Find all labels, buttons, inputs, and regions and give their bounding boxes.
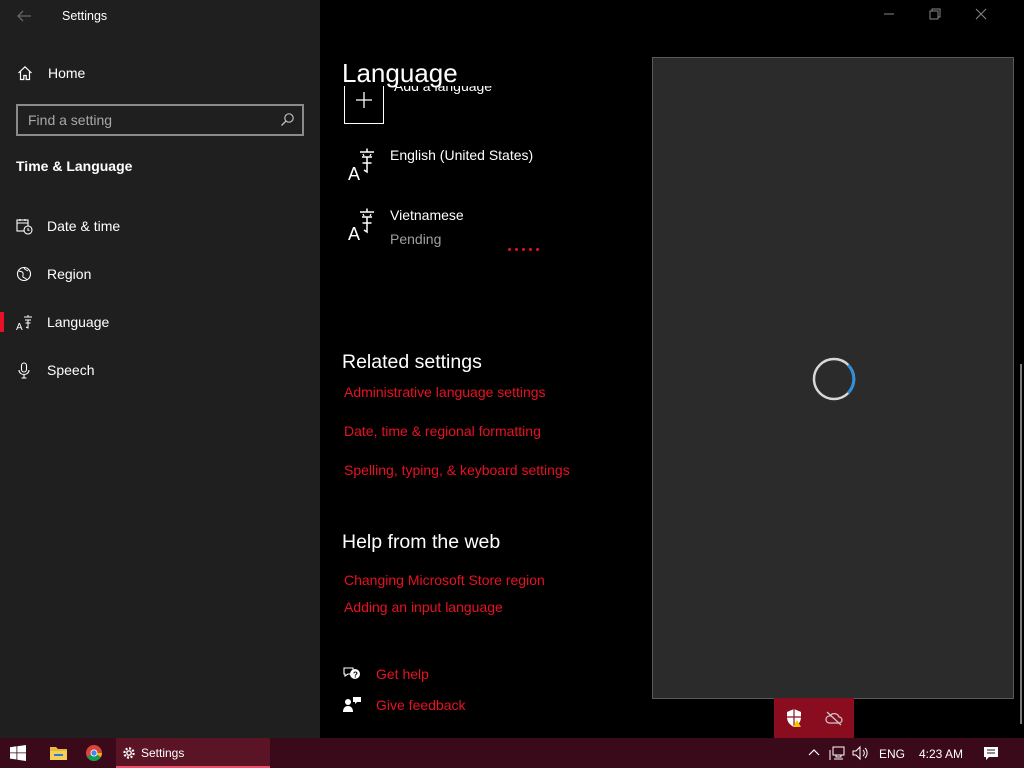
language-name: English (United States) — [390, 147, 534, 163]
windows-logo-icon — [10, 745, 26, 761]
language-icon: A — [346, 207, 380, 244]
selection-indicator — [0, 312, 4, 332]
loading-spinner-icon — [811, 356, 857, 402]
svg-text:A: A — [348, 224, 360, 241]
get-help-link[interactable]: ? Get help — [342, 664, 542, 688]
sidebar-item-label: Speech — [47, 362, 95, 378]
svg-text:?: ? — [353, 671, 358, 680]
gear-icon — [122, 746, 136, 760]
window-controls — [874, 0, 1024, 32]
link-spelling-typing-keyboard[interactable]: Spelling, typing, & keyboard settings — [344, 462, 570, 478]
action-center-icon[interactable] — [983, 745, 999, 761]
sidebar-item-label: Date & time — [47, 218, 121, 234]
calendar-clock-icon — [16, 218, 33, 235]
chevron-up-icon[interactable] — [806, 745, 822, 761]
loading-panel — [652, 57, 1014, 699]
taskbar-settings-button[interactable]: Settings — [116, 738, 270, 768]
language-item-vietnamese[interactable]: A Vietnamese Pending — [342, 207, 662, 257]
restore-icon[interactable] — [928, 8, 942, 22]
search-field[interactable] — [16, 104, 304, 136]
get-help-label: Get help — [376, 666, 429, 682]
svg-text:A: A — [16, 322, 23, 331]
language-icon: A — [16, 314, 33, 333]
sidebar-item-label: Language — [47, 314, 110, 330]
minimize-icon[interactable] — [882, 8, 896, 22]
language-icon: A — [346, 147, 380, 184]
taskbar-settings-label: Settings — [141, 746, 185, 760]
sidebar: Settings Home Time & Language Date & tim… — [0, 0, 320, 738]
chrome-button[interactable] — [76, 738, 112, 768]
home-icon — [17, 65, 33, 81]
sidebar-item-label: Region — [47, 266, 92, 282]
globe-icon — [16, 266, 33, 283]
give-feedback-link[interactable]: Give feedback — [342, 695, 542, 719]
sidebar-item-speech[interactable]: Speech — [0, 350, 320, 390]
start-button[interactable] — [0, 738, 36, 768]
shield-warning-icon[interactable] — [784, 708, 804, 728]
sidebar-item-date-time[interactable]: Date & time — [0, 206, 320, 246]
scrollbar[interactable] — [1020, 364, 1022, 724]
search-icon[interactable] — [280, 112, 295, 127]
link-date-time-regional[interactable]: Date, time & regional formatting — [344, 423, 541, 439]
language-item-english[interactable]: A English (United States) — [342, 147, 662, 197]
add-language-button[interactable] — [344, 86, 384, 124]
progress-dots — [508, 248, 539, 251]
input-language-indicator[interactable]: ENG — [879, 747, 905, 761]
plus-icon — [354, 91, 374, 111]
sidebar-item-region[interactable]: Region — [0, 254, 320, 294]
sidebar-item-label: Home — [48, 65, 86, 81]
network-icon[interactable] — [829, 745, 845, 761]
feedback-icon — [342, 695, 362, 715]
svg-text:A: A — [348, 164, 360, 181]
close-icon[interactable] — [974, 8, 988, 22]
cloud-off-icon[interactable] — [824, 708, 844, 728]
microphone-icon — [16, 362, 33, 379]
title-bar: Settings — [0, 0, 320, 32]
sidebar-item-language[interactable]: A Language — [0, 302, 320, 342]
chat-help-icon: ? — [342, 664, 362, 684]
section-title: Time & Language — [16, 158, 133, 174]
clock[interactable]: 4:23 AM — [919, 747, 963, 761]
search-input[interactable] — [28, 111, 268, 129]
related-settings-title: Related settings — [342, 351, 482, 373]
link-administrative-language[interactable]: Administrative language settings — [344, 384, 546, 400]
language-name: Vietnamese — [390, 207, 464, 223]
file-explorer-button[interactable] — [40, 738, 76, 768]
link-changing-store-region[interactable]: Changing Microsoft Store region — [344, 572, 545, 588]
taskbar: Settings ENG 4:23 AM — [0, 738, 1024, 768]
app-title: Settings — [62, 9, 108, 23]
help-from-web-title: Help from the web — [342, 531, 501, 553]
page-title: Language — [342, 58, 458, 88]
folder-icon — [50, 747, 67, 760]
add-language-label: Add a language — [394, 86, 493, 94]
tray-overflow-flyout — [774, 698, 854, 738]
sidebar-item-home[interactable]: Home — [0, 56, 320, 90]
chrome-icon — [86, 745, 102, 761]
back-arrow-icon[interactable] — [16, 8, 34, 24]
language-status: Pending — [390, 231, 442, 247]
volume-icon[interactable] — [852, 745, 868, 761]
link-adding-input-language[interactable]: Adding an input language — [344, 599, 503, 615]
give-feedback-label: Give feedback — [376, 697, 466, 713]
